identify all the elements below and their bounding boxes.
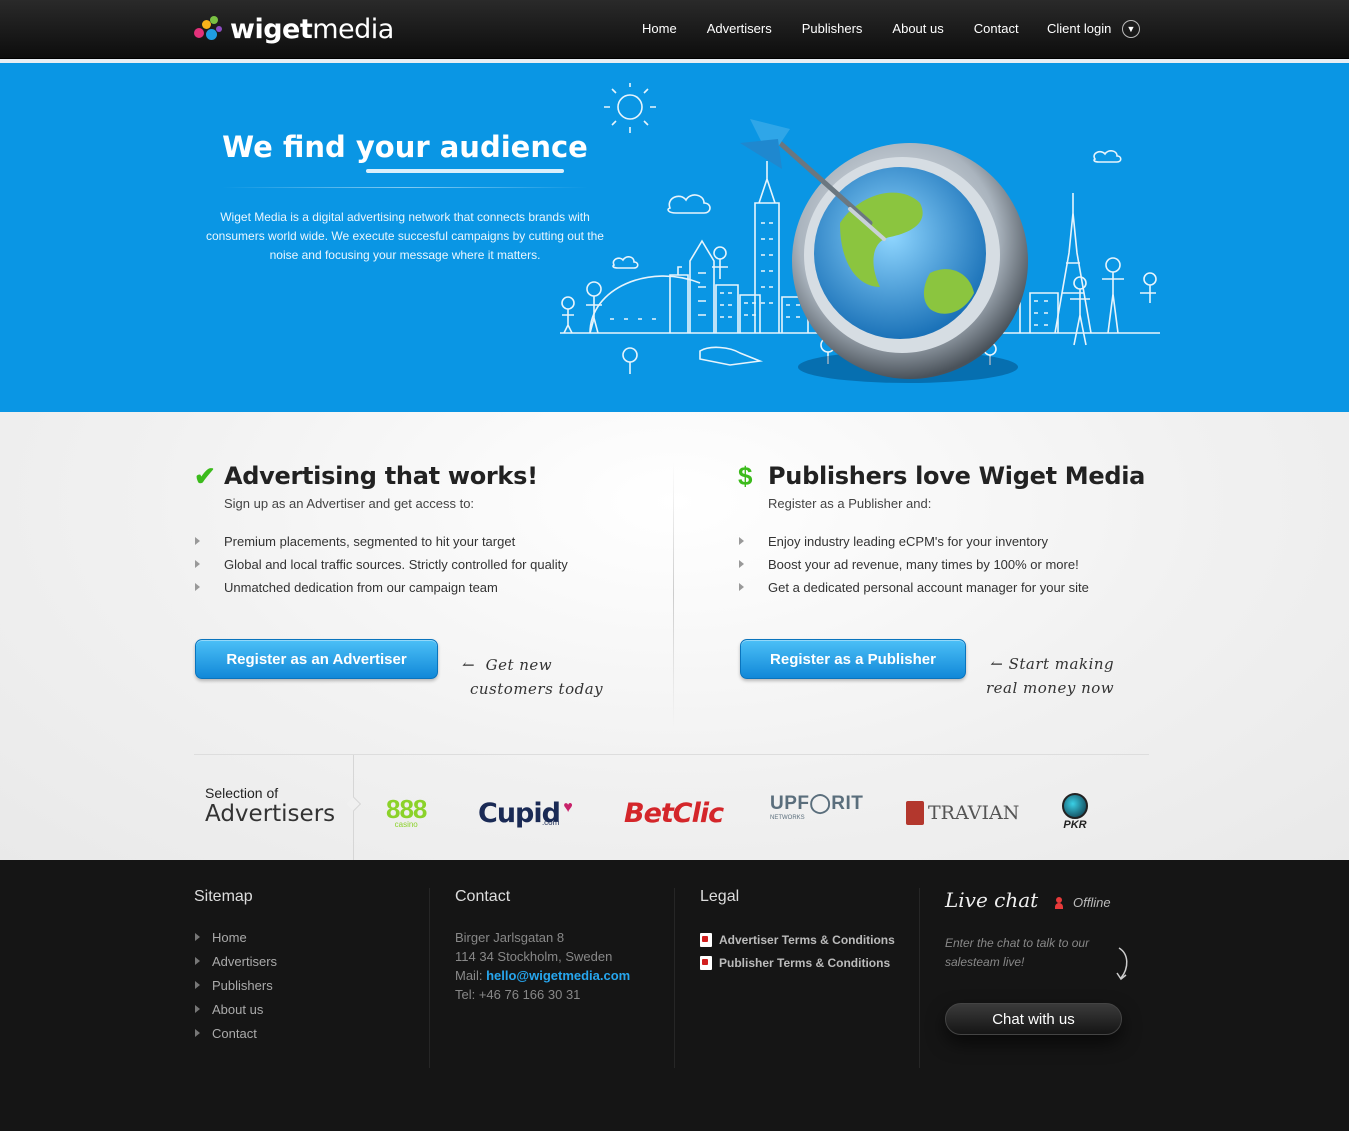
footer-legal: Legal Advertiser Terms & Conditions Publ… bbox=[700, 888, 910, 1078]
footer-divider bbox=[429, 888, 430, 1068]
cloud-icon bbox=[667, 194, 711, 214]
client-login-link[interactable]: Client login bbox=[1047, 21, 1111, 36]
footer-link-about-us[interactable]: About us bbox=[194, 1002, 414, 1026]
advertiser-subtitle: Sign up as an Advertiser and get access … bbox=[224, 496, 475, 511]
advertiser-benefits: Premium placements, segmented to hit you… bbox=[194, 534, 568, 603]
curved-arrow-icon bbox=[1116, 947, 1128, 981]
footer-contact: Contact Birger Jarlsgatan 8 114 34 Stock… bbox=[455, 888, 665, 1078]
nav-home[interactable]: Home bbox=[642, 21, 677, 36]
hero-divider bbox=[222, 187, 588, 188]
globe-icon bbox=[814, 167, 986, 339]
footer-livechat: Live chat Offline Enter the chat to talk… bbox=[945, 888, 1145, 1078]
publisher-column: $ Publishers love Wiget Media Register a… bbox=[738, 460, 1146, 603]
register-advertiser-button[interactable]: Register as an Advertiser bbox=[195, 639, 438, 679]
advertiser-handwritten-note: ↼ Get new customers today bbox=[462, 656, 604, 698]
pdf-icon bbox=[700, 932, 712, 947]
logo-dots-icon bbox=[194, 16, 224, 42]
phone-number: Tel: +46 76 166 30 31 bbox=[455, 987, 581, 1002]
sitemap-heading: Sitemap bbox=[194, 888, 253, 905]
wigetmedia-logo[interactable]: wigetmedia bbox=[194, 13, 394, 45]
list-item: Unmatched dedication from our campaign t… bbox=[194, 580, 568, 603]
brand-pkr-logo[interactable]: PKR bbox=[1062, 793, 1088, 833]
nav-advertisers[interactable]: Advertisers bbox=[707, 21, 772, 36]
publisher-handwritten-note: ↼ Start making real money now bbox=[986, 655, 1115, 697]
publisher-terms-link[interactable]: Publisher Terms & Conditions bbox=[700, 951, 910, 974]
list-item: Get a dedicated personal account manager… bbox=[738, 580, 1145, 603]
dollar-icon: $ bbox=[738, 460, 753, 491]
footer-divider bbox=[674, 888, 675, 1068]
selection-label: Selection of Advertisers bbox=[194, 755, 354, 861]
brand-888-logo[interactable]: 888 casino bbox=[386, 793, 427, 833]
advertiser-heading: Advertising that works! bbox=[224, 462, 538, 490]
arrow-left-icon: ↼ bbox=[462, 656, 486, 674]
publisher-heading: Publishers love Wiget Media bbox=[768, 462, 1146, 490]
nav-publishers[interactable]: Publishers bbox=[802, 21, 863, 36]
cloud-icon bbox=[1093, 150, 1122, 163]
brand-cupid-logo[interactable]: Cupid .com ♥ bbox=[478, 793, 573, 833]
footer-link-contact[interactable]: Contact bbox=[194, 1026, 414, 1050]
hero-title-underline bbox=[366, 169, 564, 173]
list-item: Boost your ad revenue, many times by 100… bbox=[738, 557, 1145, 580]
arrow-left-icon: ↼ bbox=[990, 655, 1009, 673]
pkr-emblem-icon bbox=[1062, 793, 1088, 819]
chat-with-us-button[interactable]: Chat with us bbox=[945, 1003, 1122, 1035]
footer-divider bbox=[919, 888, 920, 1068]
chat-status: Offline bbox=[1055, 895, 1111, 910]
cloud-icon bbox=[612, 256, 639, 269]
travian-emblem-icon bbox=[906, 801, 924, 825]
list-item: Premium placements, segmented to hit you… bbox=[194, 534, 568, 557]
checkmark-icon: ✔ bbox=[194, 460, 216, 491]
brand-travian-logo[interactable]: TRAVIAN bbox=[906, 793, 1019, 833]
footer-link-publishers[interactable]: Publishers bbox=[194, 978, 414, 1002]
nav-about-us[interactable]: About us bbox=[892, 21, 943, 36]
column-divider bbox=[673, 462, 674, 727]
main-nav: Home Advertisers Publishers About us Con… bbox=[642, 21, 1049, 36]
site-footer: Sitemap Home Advertisers Publishers Abou… bbox=[0, 860, 1349, 1131]
user-offline-icon bbox=[1055, 896, 1063, 909]
sun-icon bbox=[617, 94, 643, 120]
contact-address: Birger Jarlsgatan 8 114 34 Stockholm, Sw… bbox=[455, 928, 665, 1004]
city-globe-illustration bbox=[560, 83, 1160, 383]
list-item: Global and local traffic sources. Strict… bbox=[194, 557, 568, 580]
nav-contact[interactable]: Contact bbox=[974, 21, 1019, 36]
register-publisher-button[interactable]: Register as a Publisher bbox=[740, 639, 966, 679]
contact-heading: Contact bbox=[455, 888, 511, 905]
brand-betclic-logo[interactable]: BetClic bbox=[624, 793, 724, 833]
publisher-subtitle: Register as a Publisher and: bbox=[768, 496, 932, 511]
hero-banner: We find your audience Wiget Media is a d… bbox=[0, 63, 1349, 412]
logo-text: wigetmedia bbox=[230, 13, 394, 45]
advertiser-logos-strip: Selection of Advertisers 888 casino Cupi… bbox=[194, 754, 1149, 861]
advertiser-column: ✔ Advertising that works! Sign up as an … bbox=[194, 460, 568, 603]
brand-upforit-logo[interactable]: UPF◯RIT NETWORKS bbox=[770, 793, 863, 833]
footer-link-advertisers[interactable]: Advertisers bbox=[194, 954, 414, 978]
signup-section: ✔ Advertising that works! Sign up as an … bbox=[0, 412, 1349, 861]
livechat-description: Enter the chat to talk to our salesteam … bbox=[945, 936, 1090, 969]
advertiser-terms-link[interactable]: Advertiser Terms & Conditions bbox=[700, 928, 910, 951]
footer-link-home[interactable]: Home bbox=[194, 930, 414, 954]
footer-sitemap: Sitemap Home Advertisers Publishers Abou… bbox=[194, 888, 414, 1078]
pdf-icon bbox=[700, 955, 712, 970]
heart-icon: ♥ bbox=[563, 799, 573, 816]
hero-description: Wiget Media is a digital advertising net… bbox=[206, 210, 604, 262]
legal-heading: Legal bbox=[700, 888, 740, 905]
publisher-benefits: Enjoy industry leading eCPM's for your i… bbox=[738, 534, 1145, 603]
livechat-heading: Live chat bbox=[945, 888, 1039, 912]
list-item: Enjoy industry leading eCPM's for your i… bbox=[738, 534, 1145, 557]
chevron-down-icon[interactable]: ▼ bbox=[1122, 20, 1140, 38]
email-link[interactable]: hello@wigetmedia.com bbox=[486, 968, 630, 983]
site-header: wigetmedia Home Advertisers Publishers A… bbox=[0, 0, 1349, 59]
